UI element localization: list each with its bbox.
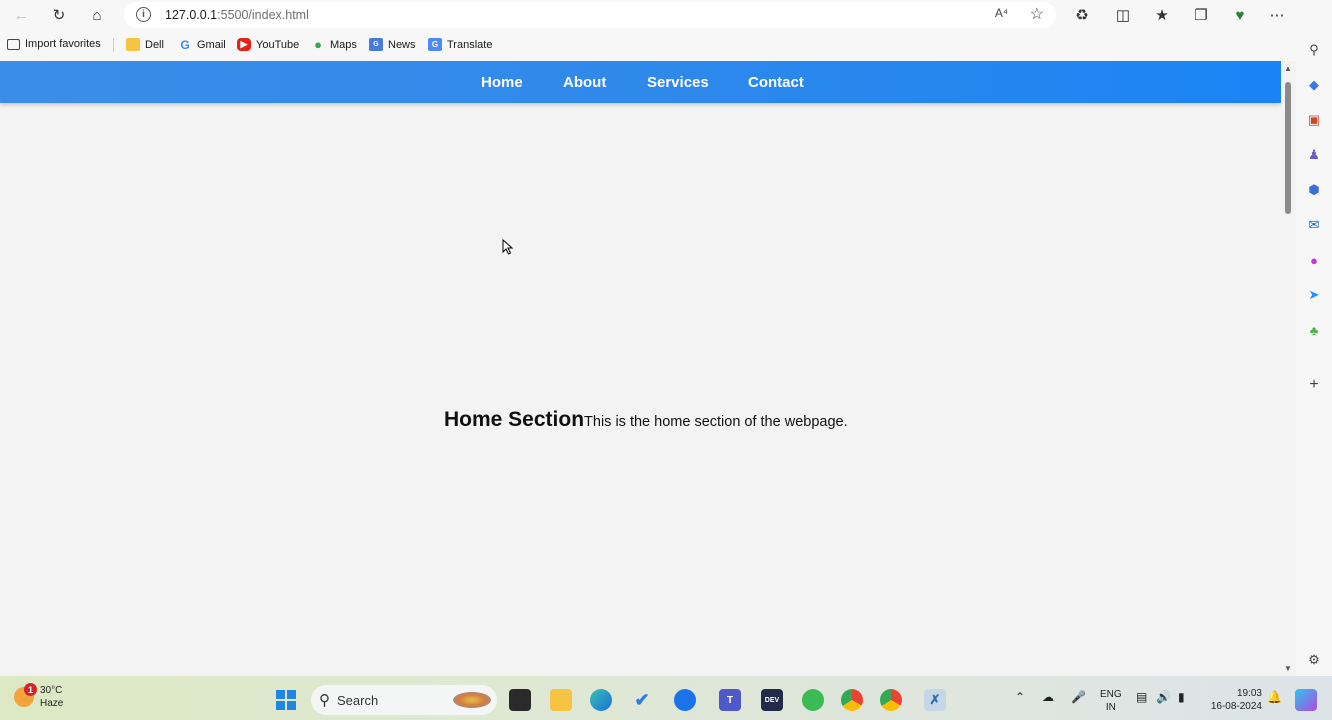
refresh-icon[interactable]: ↻ [46,3,72,27]
address-bar[interactable]: i 127.0.0.1:5500/index.html A⁴ ☆ [124,2,1056,28]
youtube-icon: ▶ [237,38,251,51]
weather-widget[interactable]: 1 30°C Haze [14,683,64,710]
nav-about-link[interactable]: About [563,74,606,91]
scroll-down-arrow-icon[interactable]: ▼ [1284,664,1292,673]
site-navbar: Home About Services Contact [0,61,1281,103]
games-icon[interactable]: ♟ [1305,146,1323,164]
send-icon[interactable]: ➤ [1305,286,1323,304]
maps-pin-icon: ● [314,37,322,52]
nav-home-link[interactable]: Home [481,74,523,91]
microphone-icon[interactable]: 🎤 [1071,690,1086,704]
search-highlight-image [453,692,491,708]
read-aloud-icon[interactable]: A⁴ [995,6,1008,20]
taskbar-search[interactable]: ⚲ Search [311,685,497,715]
home-icon[interactable]: ⌂ [84,3,110,27]
vertical-scrollbar[interactable]: ▲ ▼ [1281,61,1296,676]
weather-condition: Haze [40,698,64,709]
browser-app-icon[interactable] [674,689,696,711]
scrollbar-thumb[interactable] [1285,82,1291,214]
dev-app-icon[interactable]: DEV [761,689,783,711]
designer-icon[interactable]: ● [1305,251,1323,269]
add-icon[interactable]: + [1305,376,1323,394]
collections-icon[interactable]: ❐ [1188,3,1214,27]
weather-temperature: 30°C [40,685,63,696]
url-text[interactable]: 127.0.0.1:5500/index.html [165,8,309,22]
news-icon: G [369,38,383,51]
search-icon[interactable]: ⚲ [1305,41,1323,59]
favorite-gmail[interactable]: G Gmail [178,37,225,52]
page-viewport: Home About Services Contact Home Section… [0,61,1281,676]
more-menu-icon[interactable]: ⋯ [1264,3,1290,27]
folder-icon [126,38,140,51]
google-icon: G [180,37,190,52]
file-explorer-icon[interactable] [550,689,572,711]
favorite-dell[interactable]: Dell [126,38,164,51]
extensions-icon[interactable]: ♻ [1069,3,1095,27]
home-section: Home Section This is the home section of… [444,408,848,432]
browser-toolbar: ← ↻ ⌂ i 127.0.0.1:5500/index.html A⁴ ☆ ♻… [0,0,1296,30]
windows-start-icon[interactable] [276,690,296,710]
battery-icon[interactable]: ▮ [1178,690,1185,704]
import-icon [7,38,20,50]
volume-icon[interactable]: 🔊 [1156,690,1171,704]
search-placeholder: Search [337,692,379,708]
chatgpt-icon[interactable] [802,689,824,711]
notifications-bell-icon[interactable]: 🔔 [1267,690,1282,704]
notification-badge: 1 [24,683,37,696]
edge-browser-icon[interactable] [590,689,612,711]
copilot-taskbar-icon[interactable] [1295,689,1317,711]
clock[interactable]: 19:03 16-08-2024 [1206,687,1262,713]
tree-icon[interactable]: ♣ [1305,321,1323,339]
microsoft365-icon[interactable]: ⬢ [1305,181,1323,199]
settings-gear-icon[interactable]: ⚙ [1305,651,1323,669]
favorite-maps[interactable]: ● Maps [311,37,357,52]
language-indicator[interactable]: ENG IN [1100,688,1122,714]
nav-contact-link[interactable]: Contact [748,74,804,91]
favorite-news[interactable]: G News [369,38,416,51]
section-text: This is the home section of the webpage. [584,414,848,430]
split-screen-icon[interactable]: ◫ [1110,3,1136,27]
weather-haze-icon: 1 [14,683,37,707]
favorite-star-icon[interactable]: ☆ [1030,4,1044,24]
nav-services-link[interactable]: Services [647,74,709,91]
browser-essentials-icon[interactable]: ♥ [1227,3,1253,27]
favorites-bar: Import favorites Dell G Gmail ▶ YouTube … [0,30,1296,61]
back-arrow-icon[interactable]: ← [8,3,34,27]
vscode-icon[interactable]: ✗ [924,689,946,711]
shopping-tag-icon[interactable]: ◆ [1305,76,1323,94]
translate-icon: G [428,38,442,51]
outlook-icon[interactable]: ✉ [1305,216,1323,234]
task-view-icon[interactable] [509,689,531,711]
favorite-translate[interactable]: G Translate [428,38,492,51]
favorite-import[interactable]: Import favorites [7,38,101,50]
tools-briefcase-icon[interactable]: ▣ [1305,111,1323,129]
scroll-up-arrow-icon[interactable]: ▲ [1284,64,1292,73]
onedrive-cloud-icon[interactable]: ☁ [1042,690,1054,704]
edge-sidebar: ⚲ ◆ ▣ ♟ ⬢ ✉ ● ➤ ♣ + ⚙ [1296,0,1332,676]
search-icon: ⚲ [319,692,330,709]
site-info-icon[interactable]: i [136,7,151,22]
section-heading: Home Section [444,408,585,431]
favorites-separator [113,38,114,52]
chrome-profile-icon[interactable] [841,689,863,711]
teams-icon[interactable]: T [719,689,741,711]
favorite-youtube[interactable]: ▶ YouTube [237,38,299,51]
display-icon[interactable]: ▤ [1136,690,1147,704]
windows-taskbar: 1 30°C Haze ⚲ Search ✔ T DEV ✗ ⌃ ☁ 🎤 ENG… [0,676,1332,720]
show-hidden-icons-icon[interactable]: ⌃ [1015,690,1025,704]
favorites-icon[interactable]: ★ [1149,3,1175,27]
mouse-cursor-icon [502,239,514,255]
chrome-icon[interactable] [880,689,902,711]
todo-check-icon[interactable]: ✔ [631,689,653,711]
